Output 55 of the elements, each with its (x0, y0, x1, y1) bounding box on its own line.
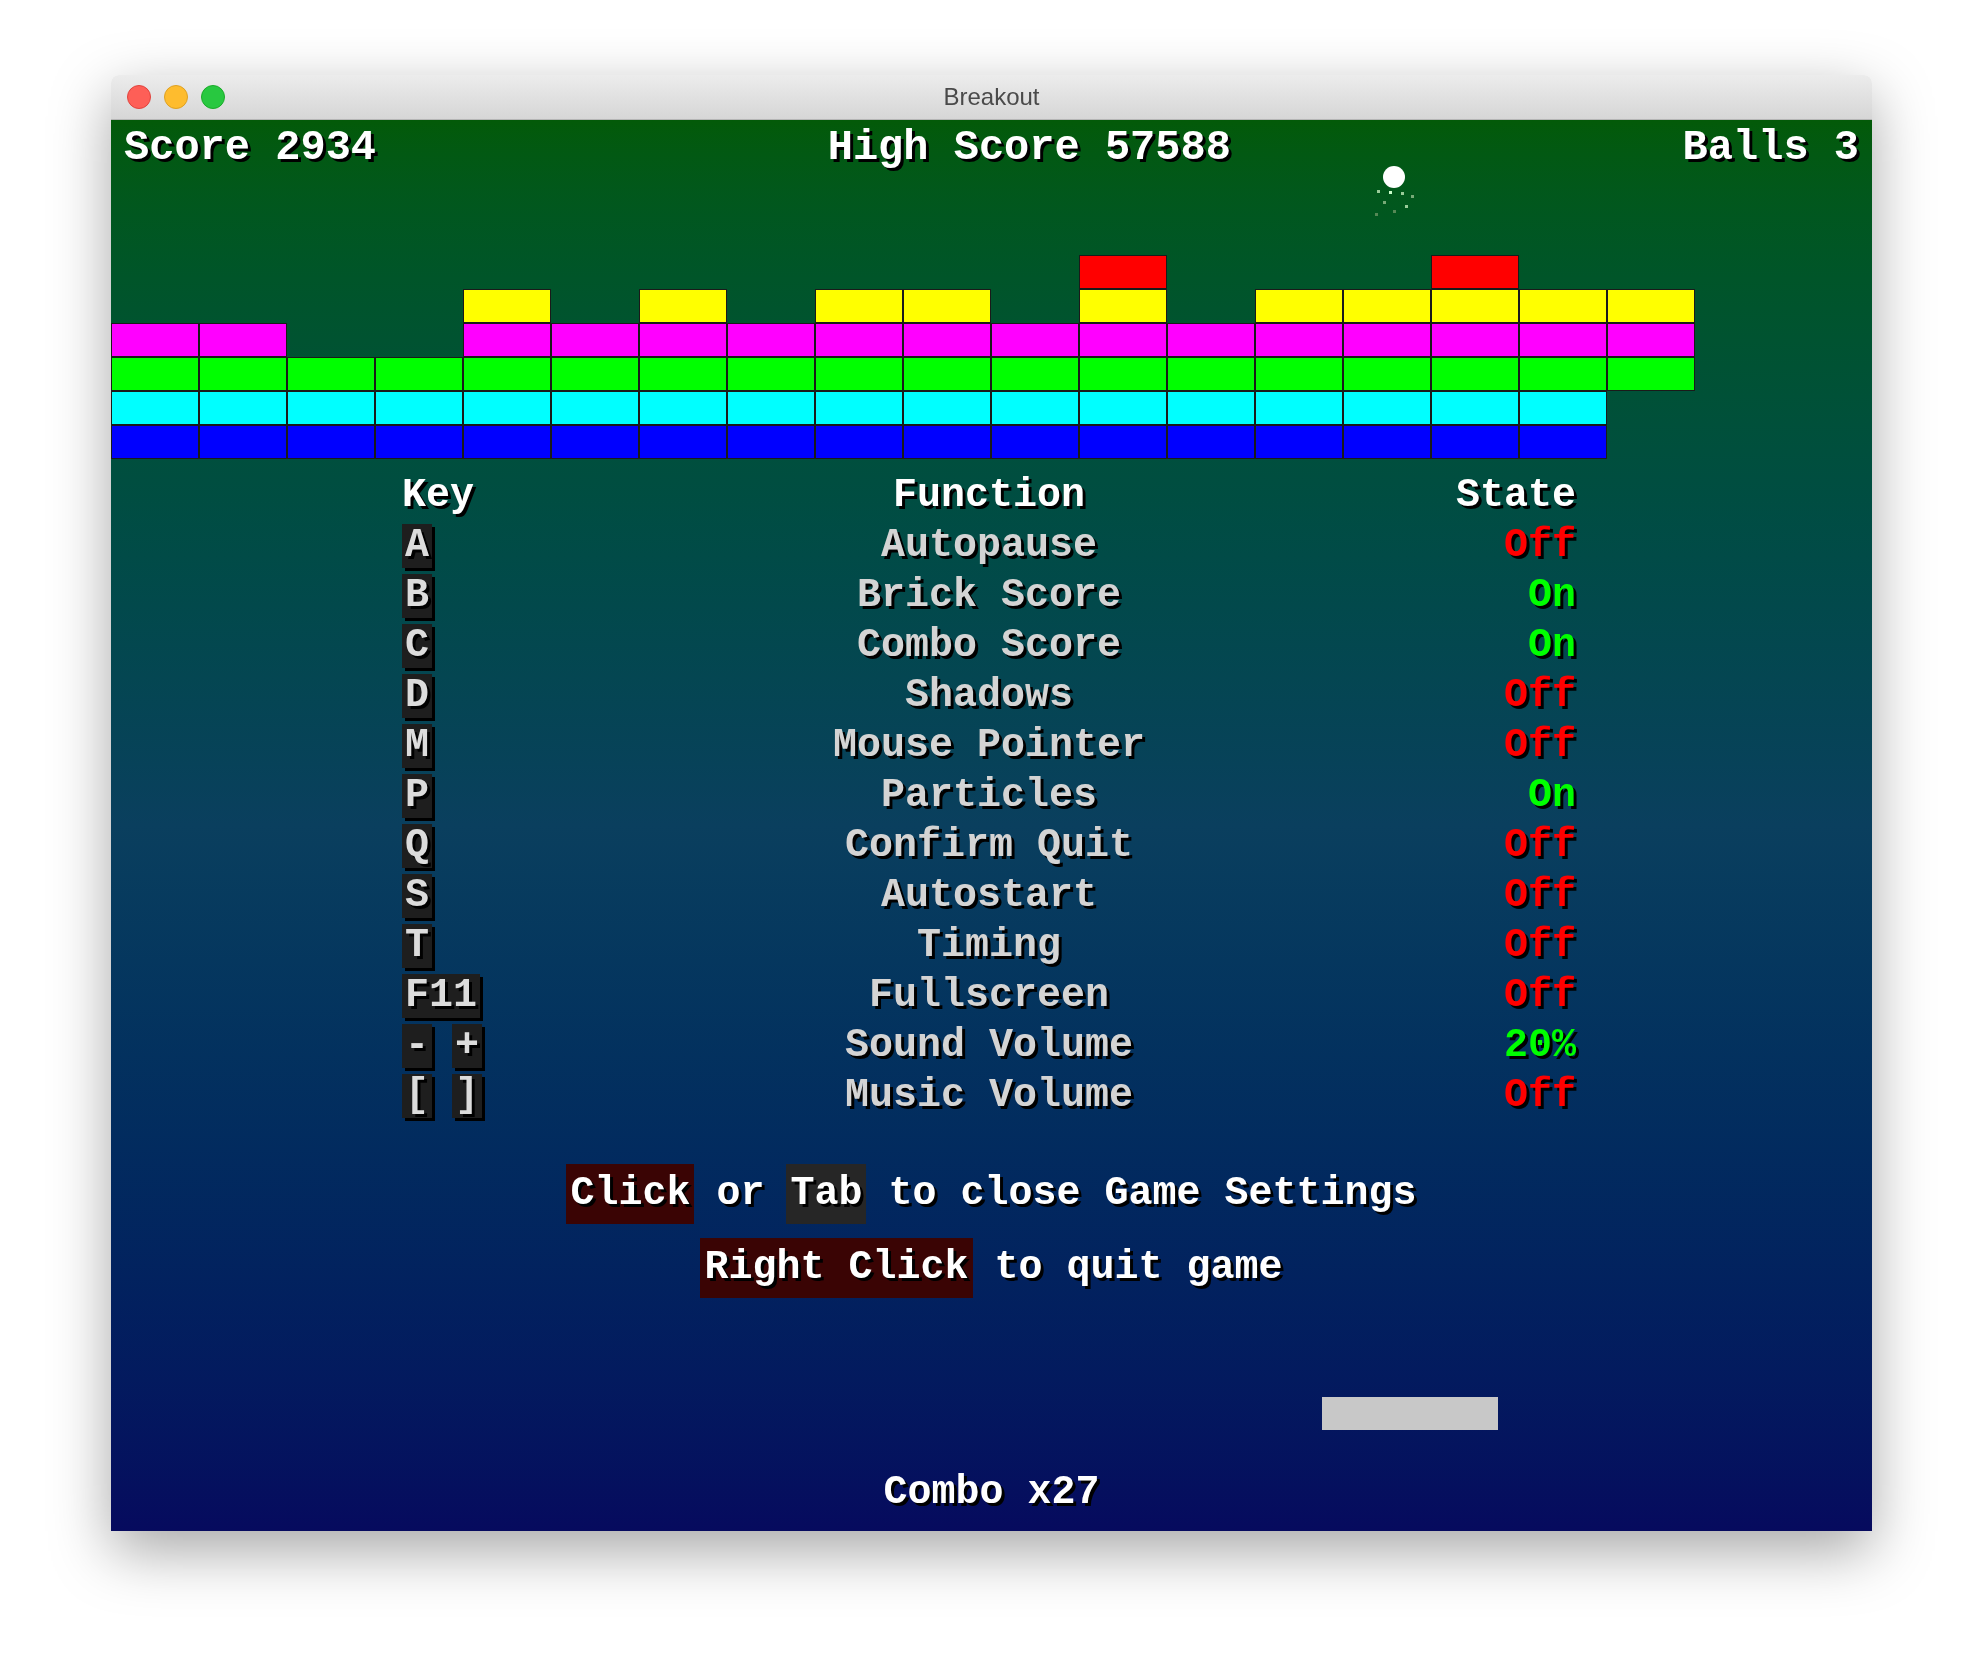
minimize-button[interactable] (164, 85, 188, 109)
keyboard-key: M (402, 724, 432, 768)
keyboard-key: T (402, 924, 432, 968)
keyboard-key: C (402, 624, 432, 668)
state-value: Off (1504, 522, 1576, 570)
column-header: Function (892, 472, 1086, 520)
function-label: Autopause (879, 522, 1098, 570)
function-label: Combo Score (855, 622, 1122, 670)
state-value: 20% (1504, 1022, 1576, 1070)
column-header: Key (402, 472, 474, 520)
keyboard-key: B (402, 574, 432, 618)
combo-text: Combo x27 (883, 1469, 1100, 1517)
function-label: Fullscreen (867, 972, 1110, 1020)
function-label: Confirm Quit (843, 822, 1134, 870)
state-value: Off (1504, 872, 1576, 920)
keyboard-key: F11 (402, 974, 480, 1018)
function-label: Brick Score (855, 572, 1122, 620)
keyboard-key: ] (452, 1074, 483, 1118)
state-value: Off (1504, 672, 1576, 720)
keyboard-key: + (452, 1024, 483, 1068)
state-value: On (1528, 572, 1576, 620)
hint-text: to close Game Settings (888, 1170, 1417, 1218)
mouse-action-key: Right Click (700, 1238, 973, 1298)
hint-text: or (716, 1170, 765, 1218)
close-button[interactable] (127, 85, 151, 109)
state-value: On (1528, 772, 1576, 820)
state-value: On (1528, 622, 1576, 670)
window-title: Breakout (943, 82, 1040, 112)
keyboard-key: Tab (786, 1164, 867, 1224)
keyboard-key: A (402, 524, 432, 568)
zoom-button[interactable] (201, 85, 225, 109)
hint-text: to quit game (994, 1244, 1283, 1292)
high-score-text: High Score 57588 (827, 122, 1231, 174)
function-label: Timing (916, 922, 1062, 970)
keyboard-key: - (402, 1024, 432, 1068)
function-label: Shadows (904, 672, 1074, 720)
state-value: Off (1504, 922, 1576, 970)
keyboard-key: D (402, 674, 432, 718)
keyboard-key: [ (402, 1074, 432, 1118)
function-label: Mouse Pointer (832, 722, 1146, 770)
function-label: Particles (879, 772, 1098, 820)
state-value: Off (1504, 722, 1576, 770)
function-label: Autostart (879, 872, 1098, 920)
state-value: Off (1504, 822, 1576, 870)
column-header: State (1455, 472, 1576, 520)
function-label: Music Volume (843, 1072, 1134, 1120)
keyboard-key: Q (402, 824, 432, 868)
keyboard-key: S (402, 874, 432, 918)
mouse-action-key: Click (566, 1164, 695, 1224)
keyboard-key: P (402, 774, 432, 818)
function-label: Sound Volume (843, 1022, 1134, 1070)
balls-text: Balls 3 (1682, 122, 1859, 174)
score-text: Score 2934 (124, 122, 377, 174)
state-value: Off (1504, 1072, 1576, 1120)
state-value: Off (1504, 972, 1576, 1020)
